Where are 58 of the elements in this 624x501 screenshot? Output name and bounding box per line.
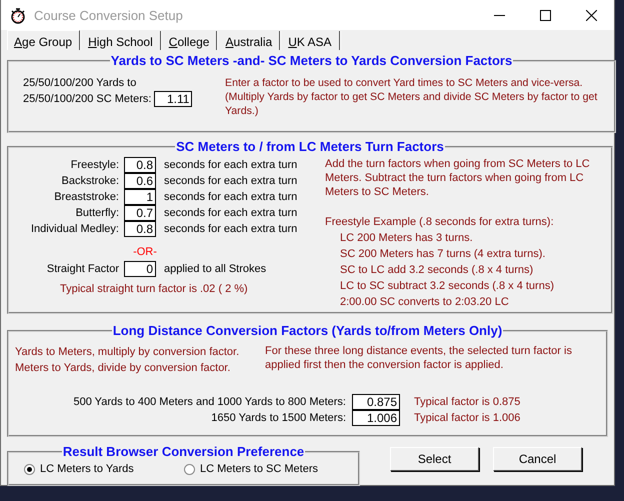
stopwatch-icon	[10, 6, 26, 24]
tab[interactable]: High School	[82, 31, 161, 50]
unit-label: seconds for each extra turn	[164, 175, 298, 187]
unit-label: seconds for each extra turn	[164, 223, 298, 235]
field-label: 1650 Yards to 1500 Meters:	[210, 412, 346, 424]
note-text: Meters to Yards, divide by conversion factor.	[15, 361, 232, 376]
radio-option[interactable]: LC Meters to SC Meters	[184, 463, 344, 475]
note-text: For these three long distance events, the selected turn factor is applied first then the conversion factor is applied.	[265, 344, 573, 373]
radio-option[interactable]: LC Meters to Yards	[24, 463, 184, 475]
stroke-label: Backstroke:	[60, 175, 119, 187]
tab[interactable]: UK ASA	[282, 31, 340, 50]
example-line: LC to SC subtract 3.2 seconds (.8 x 4 turns)	[339, 279, 555, 294]
tab[interactable]: Age Group	[7, 30, 80, 50]
factor-field[interactable]: 1.11	[154, 91, 192, 107]
stroke-label: Breaststroke:	[53, 191, 119, 203]
turn-factor-field[interactable]: 0.8	[124, 157, 156, 173]
section-title: Result Browser Conversion Preference	[62, 444, 306, 459]
minimize-icon[interactable]	[494, 14, 504, 16]
example-title: Freestyle Example (.8 seconds for extra turns):	[325, 215, 555, 230]
turn-factor-field[interactable]: 0.6	[124, 173, 156, 189]
maximize-icon[interactable]	[540, 10, 550, 20]
unit-label: seconds for each extra turn	[164, 207, 298, 219]
dialog-button[interactable]: Select	[390, 447, 479, 471]
typical-note: Typical factor is 0.875	[414, 396, 520, 408]
section-title: SC Meters to / from LC Meters Turn Factors	[175, 139, 445, 154]
turn-factor-field[interactable]: 0.8	[124, 221, 156, 237]
field-label: 25/50/100/200 SC Meters:	[23, 92, 152, 106]
or-label: -OR-	[132, 246, 158, 260]
factor-field[interactable]: 1.006	[352, 410, 400, 426]
typical-note: Typical straight turn factor is .02 ( 2 %)	[60, 283, 249, 295]
stroke-label: Freestyle:	[70, 159, 119, 171]
unit-label: seconds for each extra turn	[164, 159, 298, 171]
example-line: SC to LC add 3.2 seconds (.8 x 4 turns)	[339, 263, 534, 278]
description-text: Add the turn factors when going from SC Meters to LC Meters. Subtract the turn factors when going from LC Meters to SC Meters.	[325, 157, 591, 199]
note-text: Yards to Meters, multiply by conversion factor.	[15, 345, 240, 360]
straight-factor-label: Straight Factor	[46, 263, 119, 275]
dialog-button[interactable]: Cancel	[493, 447, 582, 471]
description-text: Enter a factor to be used to convert Yard times to SC Meters and vice-versa. (Multiply Yards by factor to get SC Meters and divide SC Meters by factor to get Yards.)	[225, 76, 598, 118]
section-title: Yards to SC Meters -and- SC Meters to Yards Conversion Factors	[110, 53, 514, 68]
close-icon[interactable]	[586, 10, 596, 20]
stroke-label: Individual Medley:	[30, 223, 119, 235]
straight-factor-field[interactable]: 0	[124, 261, 156, 277]
unit-label: seconds for each extra turn	[164, 191, 298, 203]
field-label: 500 Yards to 400 Meters and 1000 Yards to 800 Meters:	[72, 396, 346, 408]
tab[interactable]: Australia	[219, 31, 280, 50]
example-line: LC 200 Meters has 3 turns.	[339, 231, 474, 246]
turn-factor-field[interactable]: 1	[124, 189, 156, 205]
section-title: Long Distance Conversion Factors (Yards to/from Meters Only)	[112, 323, 504, 338]
factor-field[interactable]: 0.875	[352, 394, 400, 410]
stroke-label: Butterfly:	[74, 207, 119, 219]
example-line: SC 200 Meters has 7 turns (4 extra turns).	[339, 247, 546, 262]
typical-note: Typical factor is 1.006	[414, 412, 520, 424]
turn-factor-field[interactable]: 0.7	[124, 205, 156, 221]
field-label: 25/50/100/200 Yards to	[23, 76, 138, 91]
example-line: 2:00.00 SC converts to 2:03.20 LC	[339, 295, 510, 310]
tab[interactable]: College	[162, 31, 218, 50]
unit-label: applied to all Strokes	[164, 263, 266, 275]
window-title: Course Conversion Setup	[34, 8, 184, 22]
